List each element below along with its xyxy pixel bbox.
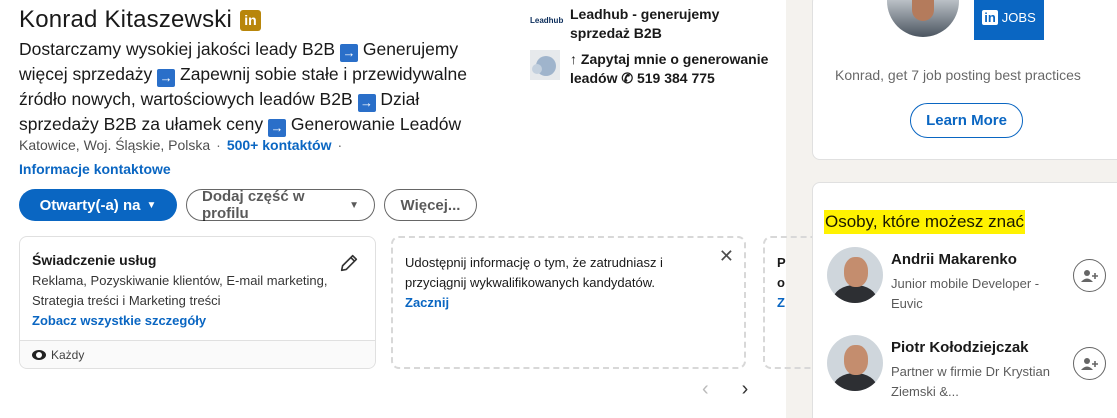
user-avatar <box>887 0 959 37</box>
name-row: Konrad Kitaszewski in <box>19 6 262 34</box>
hiring-text: Udostępnij informację o tym, że zatrudni… <box>405 253 715 313</box>
arrow-icon: → <box>357 94 376 112</box>
start-link[interactable]: Zacznij <box>405 295 449 310</box>
caret-down-icon: ▼ <box>146 199 157 211</box>
arrow-icon: → <box>268 119 287 137</box>
hiring-card: Udostępnij informację o tym, że zatrudni… <box>391 236 746 369</box>
promo-text: Konrad, get 7 job posting best practices <box>835 67 1081 83</box>
arrow-icon: → <box>157 69 176 87</box>
person-name[interactable]: Andrii Makarenko <box>891 251 1017 268</box>
location: Katowice, Woj. Śląskie, Polska <box>19 137 211 153</box>
company-name: Leadhub - generujemy sprzedaż B2B <box>570 6 720 41</box>
headline-part: Generowanie Leadów <box>290 114 462 134</box>
person-name[interactable]: Piotr Kołodziejczak <box>891 339 1029 356</box>
profile-card: Konrad Kitaszewski in Dostarczamy wysoki… <box>0 0 823 418</box>
partial-line: P <box>777 255 786 270</box>
profile-headline: Dostarczamy wysokiej jakości leady B2B →… <box>19 37 499 137</box>
see-details-link[interactable]: Zobacz wszystkie szczegóły <box>32 313 206 328</box>
add-section-button[interactable]: Dodaj część w profilu ▼ <box>186 188 375 222</box>
person-add-icon <box>1080 357 1098 370</box>
separator: · <box>337 137 343 153</box>
partial-line: o <box>777 275 785 290</box>
arrow-icon: → <box>339 44 358 62</box>
chevron-right-icon[interactable]: › <box>742 378 749 401</box>
person-role: Junior mobile Developer - Euvic <box>891 276 1040 311</box>
person-role: Partner w firmie Dr Krystian Ziemski &..… <box>891 364 1050 399</box>
avatar[interactable] <box>827 247 883 303</box>
eye-icon <box>32 349 46 360</box>
learn-more-button[interactable]: Learn More <box>910 103 1023 138</box>
people-you-may-know: Osoby, które możesz znać Andrii Makarenk… <box>812 182 1117 418</box>
avatar[interactable] <box>827 335 883 391</box>
caret-down-icon: ▼ <box>349 199 359 211</box>
current-company[interactable]: Leadhub Leadhub - generujemy sprzedaż B2… <box>530 5 730 43</box>
visibility-footer: Każdy <box>20 340 375 368</box>
school-logo <box>530 50 560 80</box>
location-row: Katowice, Woj. Śląskie, Polska · 500+ ko… <box>19 137 342 153</box>
visibility-label: Każdy <box>51 347 85 362</box>
pymk-title: Osoby, które możesz znać <box>824 210 1026 234</box>
partial-text: P o Z <box>777 253 786 313</box>
education[interactable]: ↑ Zapytaj mnie o generowanie leadów ✆ 51… <box>530 50 770 88</box>
services-card: Świadczenie usług Reklama, Pozyskiwanie … <box>19 236 376 369</box>
separator: · <box>216 137 221 153</box>
chevron-left-icon[interactable]: ‹ <box>702 378 709 401</box>
connect-person-icon[interactable] <box>1073 347 1106 380</box>
jobs-logo-label: JOBS <box>1001 10 1036 25</box>
pencil-icon[interactable] <box>338 252 360 274</box>
close-icon[interactable]: ✕ <box>719 246 734 267</box>
jobs-promo-card: in JOBS Konrad, get 7 job posting best p… <box>812 0 1117 160</box>
open-to-button[interactable]: Otwarty(-a) na ▼ <box>19 189 177 221</box>
jobs-logo-in: in <box>982 10 998 25</box>
contacts-link[interactable]: 500+ kontaktów <box>227 137 332 153</box>
open-to-label: Otwarty(-a) na <box>39 196 141 214</box>
person-add-icon <box>1080 269 1098 282</box>
profile-actions: Otwarty(-a) na ▼ Dodaj część w profilu ▼… <box>19 188 477 222</box>
more-button[interactable]: Więcej... <box>384 189 477 221</box>
school-name: ↑ Zapytaj mnie o generowanie leadów ✆ 51… <box>570 51 769 86</box>
company-logo: Leadhub <box>530 15 564 25</box>
connect-person-icon[interactable] <box>1073 259 1106 292</box>
linkedin-premium-icon[interactable]: in <box>240 9 262 31</box>
add-section-label: Dodaj część w profilu <box>202 188 305 222</box>
linkedin-jobs-logo: in JOBS <box>974 0 1044 40</box>
services-title: Świadczenie usług <box>32 252 157 268</box>
services-list: Reklama, Pozyskiwanie klientów, E-mail m… <box>32 273 328 308</box>
profile-name: Konrad Kitaszewski <box>19 6 233 33</box>
partial-line: Z <box>777 295 785 310</box>
contact-info-link[interactable]: Informacje kontaktowe <box>19 161 171 177</box>
headline-part: Dostarczamy wysokiej jakości leady B2B <box>19 39 336 59</box>
carousel-nav: ‹ › <box>702 378 748 401</box>
hiring-message: Udostępnij informację o tym, że zatrudni… <box>405 255 663 290</box>
